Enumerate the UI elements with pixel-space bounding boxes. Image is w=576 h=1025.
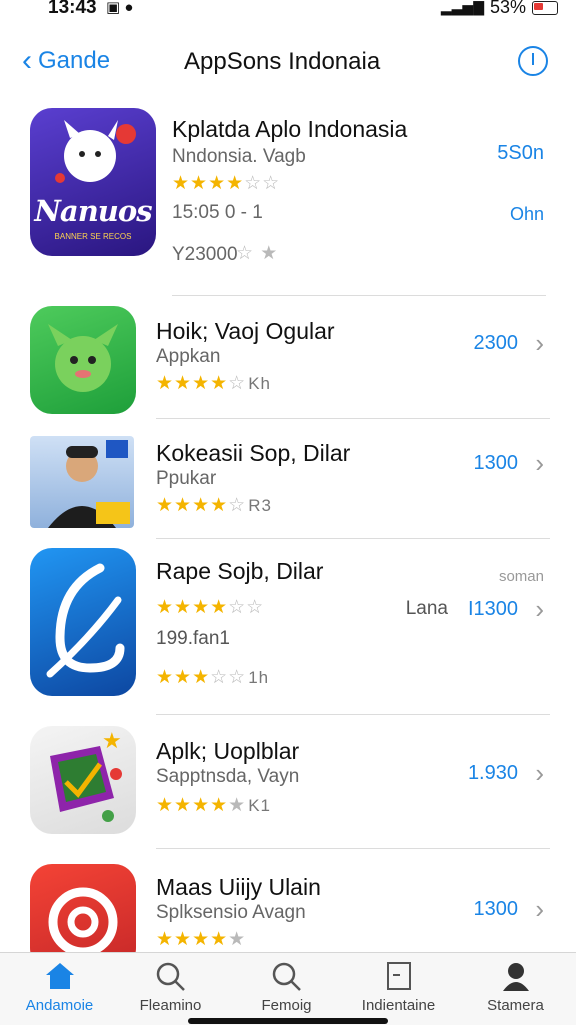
featured-reviews: Y23000 (172, 244, 238, 265)
tab-label: Indientaine (361, 997, 436, 1014)
person-portrait-icon (48, 440, 130, 528)
tab-bar: Andamoie Fleamino Femoig Indientaine Sta… (0, 952, 576, 1025)
list-item[interactable]: Maas Uiijy Ulain Splksensio Avagn ★★★★★ … (0, 864, 576, 952)
profile-icon (502, 963, 529, 991)
divider (156, 714, 550, 715)
chevron-right-icon: › (535, 594, 544, 624)
page-title: AppSons Indonaia (184, 48, 381, 75)
chevron-right-icon: › (535, 328, 544, 358)
app-name: Aplk; Uoplblar (156, 738, 300, 764)
document-icon (386, 962, 411, 990)
status-right: ▂▃▅▇ 53% (441, 0, 558, 18)
price-button[interactable]: 1.930 (468, 762, 518, 785)
price-button[interactable]: 1300 (474, 898, 519, 921)
rating-stars: ★★★★☆ R3 (156, 495, 272, 516)
home-icon (45, 963, 74, 989)
list-item[interactable]: ★ Aplk; Uoplblar Sapptnsda, Vayn ★★★★★ K1… (0, 726, 576, 834)
tab-profile[interactable]: Stamera (458, 959, 573, 1014)
app-name: Rape Sojb, Dilar (156, 558, 324, 584)
rating-stars: ★★★★★ (156, 929, 247, 950)
list-item[interactable]: Hoik; Vaoj Ogular Appkan ★★★★☆ Kh 2300 › (0, 306, 576, 414)
navigation-bar: ‹ Gande AppSons Indonaia (0, 30, 576, 96)
back-button[interactable]: ‹ Gande (22, 46, 110, 76)
price-button[interactable]: 2300 (474, 332, 519, 355)
app-name: Maas Uiijy Ulain (156, 874, 321, 900)
search-icon (156, 962, 185, 991)
secondary-rating-stars: ★★★☆☆ 1h (156, 667, 270, 688)
app-category-small: soman (498, 568, 544, 585)
tab-label: Andamoie (25, 997, 94, 1014)
swirl-logo-icon (48, 887, 118, 952)
swoosh-logo-icon (46, 563, 125, 678)
app-subtitle: Sapptnsda, Vayn (156, 766, 300, 787)
rating-stars: ★★★★★ K1 (156, 795, 271, 816)
featured-app-icon: Nanuos BANNER SE RECOS (30, 108, 156, 256)
info-icon[interactable] (518, 46, 548, 76)
tab-search-2[interactable]: Femoig (229, 959, 344, 1014)
chevron-right-icon: › (535, 758, 544, 788)
featured-review-stars: ☆ ★ (236, 243, 279, 264)
featured-icon-subtext: BANNER SE RECOS (54, 232, 132, 241)
tab-label: Stamera (487, 997, 544, 1014)
chevron-right-icon: › (535, 448, 544, 478)
chevron-right-icon: › (535, 894, 544, 924)
featured-price-mid[interactable]: Ohn (510, 204, 544, 225)
list-item[interactable]: Rape Sojb, Dilar soman ★★★★☆☆ 199.fan1 ★… (0, 548, 576, 696)
app-icon-portrait (30, 436, 134, 528)
featured-app-name: Kplatda Aplo Indonasia (172, 116, 408, 142)
list-item[interactable]: Kokeasii Sop, Dilar Ppukar ★★★★☆ R3 1300 … (0, 436, 576, 528)
search-icon (272, 962, 301, 991)
battery-icon (532, 0, 558, 15)
home-indicator (188, 1018, 388, 1024)
status-time: 13:43 (48, 0, 97, 18)
divider (156, 848, 550, 849)
signal-icon: ▂▃▅▇ (440, 0, 484, 15)
divider (172, 295, 546, 296)
chevron-left-icon: ‹ (22, 44, 32, 77)
app-icon-swirl (30, 864, 136, 952)
tab-label: Fleamino (139, 997, 202, 1014)
featured-price-top[interactable]: 5S0n (497, 142, 544, 165)
back-label: Gande (38, 47, 111, 74)
rating-stars: ★★★★☆☆ (156, 597, 265, 618)
app-meta: 199.fan1 (156, 628, 230, 649)
divider (156, 418, 550, 419)
app-subtitle: Appkan (156, 346, 221, 367)
tab-label: Femoig (261, 997, 312, 1014)
app-name: Hoik; Vaoj Ogular (156, 318, 335, 344)
svg-text:★: ★ (102, 728, 122, 753)
featured-icon-wordmark: Nanuos (34, 194, 152, 228)
dragon-mascot-icon (48, 324, 118, 392)
price-button[interactable]: I1300 (468, 598, 518, 621)
featured-app-row[interactable]: Nanuos BANNER SE RECOS Kplatda Aplo Indo… (0, 108, 576, 288)
tab-search[interactable]: Fleamino (113, 959, 228, 1014)
status-bar: 13:43 ▣ ● ▂▃▅▇ 53% (0, 0, 576, 26)
app-subtitle: Ppukar (156, 468, 217, 489)
featured-rating-stars: ★★★★☆☆ (172, 173, 281, 194)
app-icon-frame: ★ (30, 726, 136, 834)
app-subtitle: Splksensio Avagn (156, 902, 306, 923)
status-notification-icons: ▣ ● (106, 0, 134, 16)
featured-date: 15:05 0 - 1 (172, 202, 263, 223)
app-icon-swoosh (30, 548, 136, 696)
rating-stars: ★★★★☆ Kh (156, 373, 271, 394)
tab-documents[interactable]: Indientaine (341, 959, 456, 1014)
featured-app-subtitle: Nndonsia. Vagb (172, 146, 306, 167)
app-icon-cat (30, 306, 136, 414)
app-name: Kokeasii Sop, Dilar (156, 440, 351, 466)
price-button[interactable]: 1300 (474, 452, 519, 475)
picture-frame-icon: ★ (50, 728, 122, 822)
battery-percent: 53% (489, 0, 526, 17)
tab-home[interactable]: Andamoie (2, 959, 117, 1014)
price-prefix: Lana (405, 598, 448, 619)
divider (156, 538, 550, 539)
